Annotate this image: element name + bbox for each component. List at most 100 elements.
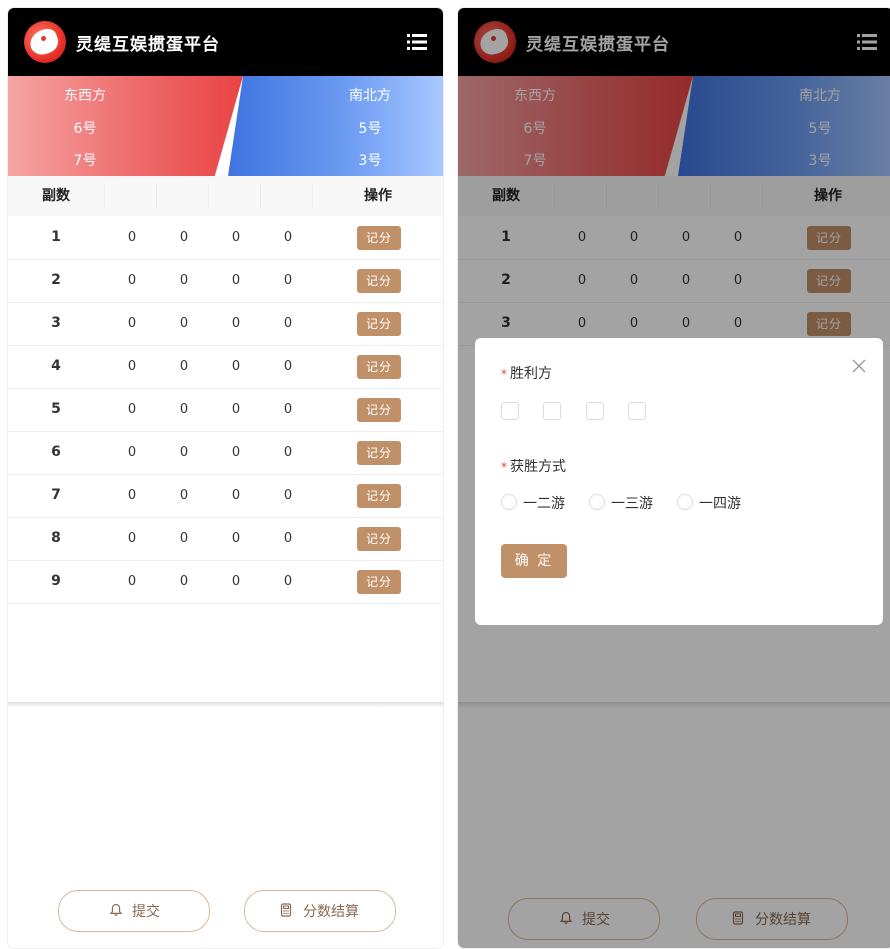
team-east-west-panel: 东西方 6号 7号 [8, 76, 243, 176]
confirm-button[interactable]: 确 定 [501, 544, 567, 578]
app-title: 灵缇互娱掼蛋平台 [76, 35, 220, 55]
table-row: 7 0 0 0 0 记分 [8, 474, 443, 518]
score-cell: 0 [127, 273, 137, 288]
table-row: 6 0 0 0 0 记分 [8, 431, 443, 475]
score-cell: 0 [179, 273, 189, 288]
submit-label: 提交 [132, 904, 160, 920]
score-cell: 0 [127, 445, 137, 460]
teams-banner: 东西方 6号 7号 南北方 5号 3号 [8, 76, 443, 176]
radio-circle[interactable] [501, 494, 517, 510]
score-cell: 0 [283, 402, 293, 417]
score-cell: 0 [231, 316, 241, 331]
record-score-button[interactable]: 记分 [357, 355, 401, 379]
score-cell: 0 [127, 488, 137, 503]
score-cell: 0 [127, 531, 137, 546]
table-row: 9 0 0 0 0 记分 [8, 560, 443, 604]
screen-scoreboard-with-dialog: 灵缇互娱掼蛋平台 东西方 6号 7号 南北方 5号 3号 副数 操作 1 0 0… [458, 8, 890, 948]
score-cell: 0 [127, 574, 137, 589]
score-cell: 0 [179, 230, 189, 245]
score-cell: 0 [179, 531, 189, 546]
radio-circle[interactable] [677, 494, 693, 510]
submit-button[interactable]: 提交 [58, 890, 210, 932]
required-mark: * [501, 460, 507, 474]
team-east-west-player2: 7号 [73, 153, 97, 169]
round-number: 9 [51, 573, 61, 589]
table-row: 4 0 0 0 0 记分 [8, 345, 443, 389]
score-cell: 0 [179, 445, 189, 460]
close-icon[interactable] [851, 358, 867, 374]
score-cell: 0 [127, 316, 137, 331]
score-cell: 0 [231, 574, 241, 589]
radio-label: 一四游 [699, 496, 741, 512]
score-cell: 0 [231, 273, 241, 288]
winner-checkbox[interactable] [501, 402, 519, 420]
team-east-west-name: 东西方 [64, 88, 106, 104]
record-score-button[interactable]: 记分 [357, 312, 401, 336]
radio-label: 一二游 [523, 496, 565, 512]
score-cell: 0 [231, 230, 241, 245]
settle-scores-button[interactable]: 分数结算 [244, 890, 396, 932]
menu-icon[interactable] [407, 33, 427, 51]
winner-checkbox[interactable] [586, 402, 604, 420]
score-cell: 0 [231, 531, 241, 546]
score-cell: 0 [283, 488, 293, 503]
settle-scores-label: 分数结算 [303, 904, 359, 920]
win-method-label-text: 获胜方式 [510, 459, 566, 475]
round-number: 7 [51, 487, 61, 503]
team-north-south-name: 南北方 [349, 88, 391, 104]
score-cell: 0 [283, 445, 293, 460]
score-cell: 0 [283, 230, 293, 245]
radio-circle[interactable] [589, 494, 605, 510]
column-header-action: 操作 [364, 188, 392, 204]
score-cell: 0 [179, 402, 189, 417]
record-score-button[interactable]: 记分 [357, 527, 401, 551]
record-score-button[interactable]: 记分 [357, 570, 401, 594]
team-north-south-player1: 5号 [358, 121, 382, 137]
win-method-field-label: * 获胜方式 [501, 456, 566, 476]
round-number: 2 [51, 272, 61, 288]
record-score-button[interactable]: 记分 [357, 269, 401, 293]
score-cell: 0 [127, 359, 137, 374]
score-cell: 0 [283, 359, 293, 374]
score-cell: 0 [179, 359, 189, 374]
winner-label-text: 胜利方 [510, 366, 552, 382]
score-cell: 0 [231, 402, 241, 417]
required-mark: * [501, 367, 507, 381]
round-number: 3 [51, 315, 61, 331]
winner-field-label: * 胜利方 [501, 363, 552, 383]
app-header: 灵缇互娱掼蛋平台 [8, 8, 443, 76]
round-number: 4 [51, 358, 61, 374]
score-cell: 0 [283, 273, 293, 288]
score-cell: 0 [231, 359, 241, 374]
table-row: 2 0 0 0 0 记分 [8, 259, 443, 303]
app-logo [24, 21, 66, 63]
table-row: 3 0 0 0 0 记分 [8, 302, 443, 346]
score-cell: 0 [283, 574, 293, 589]
record-score-button[interactable]: 记分 [357, 484, 401, 508]
score-cell: 0 [231, 445, 241, 460]
team-east-west-player1: 6号 [73, 121, 97, 137]
score-cell: 0 [179, 316, 189, 331]
bell-icon [109, 903, 123, 916]
radio-label: 一三游 [611, 496, 653, 512]
score-cell: 0 [283, 531, 293, 546]
score-cell: 0 [179, 574, 189, 589]
record-score-button[interactable]: 记分 [357, 398, 401, 422]
table-header: 副数 操作 [8, 176, 443, 216]
winner-checkbox[interactable] [543, 402, 561, 420]
winner-checkbox[interactable] [628, 402, 646, 420]
score-cell: 0 [283, 316, 293, 331]
screen-scoreboard: 灵缇互娱掼蛋平台 东西方 6号 7号 南北方 5号 3号 副数 操作 1 0 0… [8, 8, 443, 948]
round-number: 6 [51, 444, 61, 460]
round-number: 5 [51, 401, 61, 417]
round-number: 1 [51, 229, 61, 245]
column-header-round: 副数 [42, 188, 70, 204]
team-north-south-player2: 3号 [358, 153, 382, 169]
record-score-button[interactable]: 记分 [357, 226, 401, 250]
team-north-south-panel: 南北方 5号 3号 [228, 76, 443, 176]
record-score-button[interactable]: 记分 [357, 441, 401, 465]
score-cell: 0 [231, 488, 241, 503]
table-divider [8, 702, 443, 708]
round-number: 8 [51, 530, 61, 546]
score-cell: 0 [127, 230, 137, 245]
